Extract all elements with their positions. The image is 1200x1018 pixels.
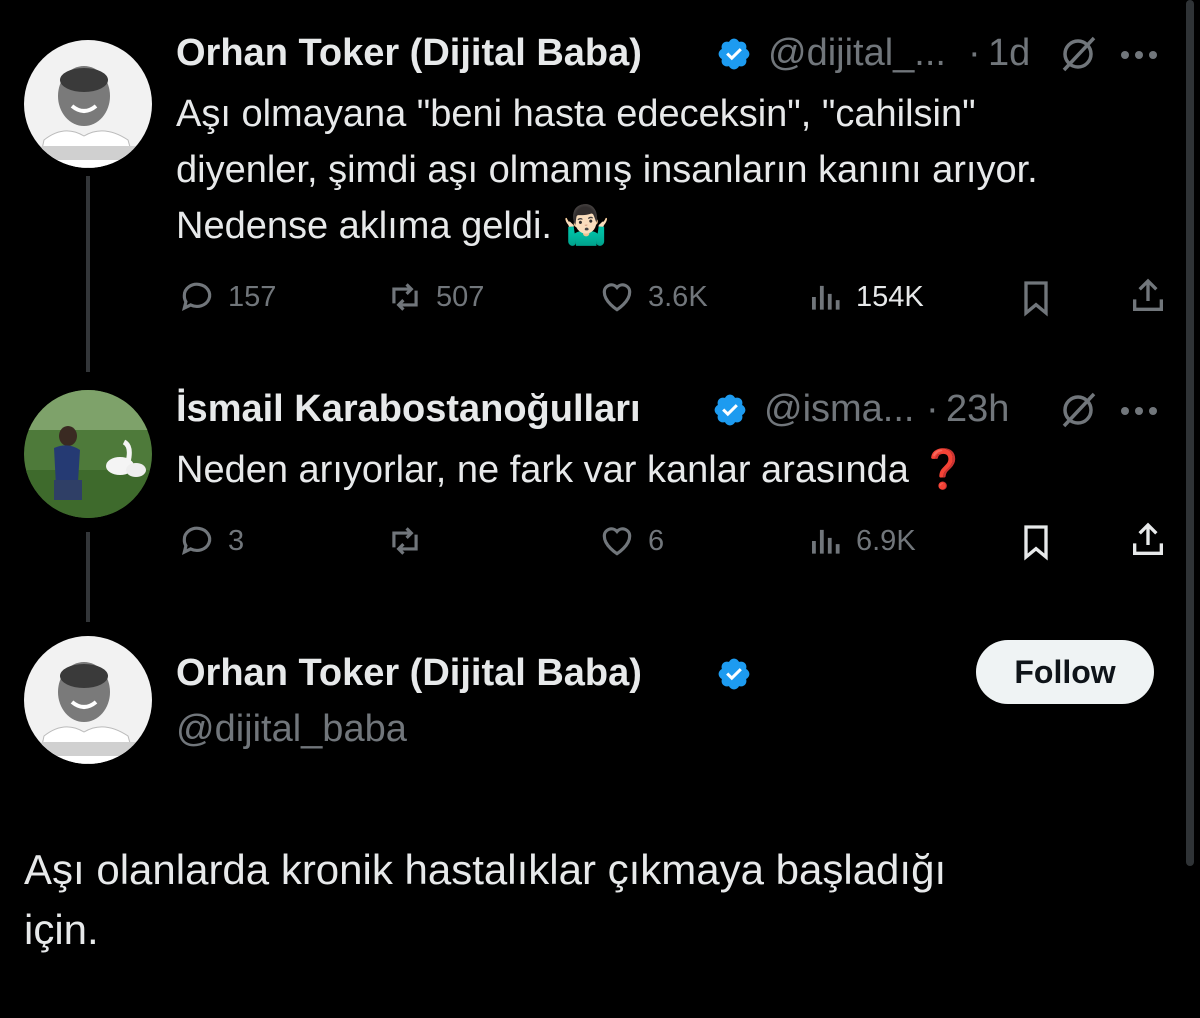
- author-handle[interactable]: @isma...: [764, 388, 914, 431]
- author-name[interactable]: Orhan Toker (Dijital Baba): [176, 652, 642, 695]
- tweet-text: Neden arıyorlar, ne fark var kanlar aras…: [176, 442, 1176, 498]
- author-handle[interactable]: @dijital_baba: [176, 708, 407, 751]
- repost-button[interactable]: [386, 522, 436, 560]
- avatar[interactable]: [24, 40, 152, 168]
- repost-count: 507: [436, 280, 485, 313]
- thread-line: [86, 176, 90, 372]
- main-tweet-text: Aşı olanlarda kronik hastalıklar çıkmaya…: [24, 840, 1164, 960]
- avatar[interactable]: [24, 390, 152, 518]
- reply-count: 157: [228, 280, 277, 313]
- tweet-text: Aşı olmayana "beni hasta edeceksin", "ca…: [176, 86, 1176, 254]
- author-handle[interactable]: @dijital_...: [768, 32, 946, 75]
- like-count: 6: [648, 524, 665, 557]
- reply-button[interactable]: 3: [178, 522, 244, 560]
- tweet-line: Neden arıyorlar, ne fark var kanlar aras…: [176, 449, 920, 491]
- timestamp[interactable]: 1d: [988, 32, 1030, 75]
- views-button[interactable]: 6.9K: [806, 522, 916, 560]
- views-button[interactable]: 154K: [806, 278, 924, 316]
- tweet-line: diyenler, şimdi aşı olmamış insanların k…: [176, 149, 1038, 191]
- avatar[interactable]: [24, 636, 152, 764]
- grok-icon[interactable]: [1058, 34, 1098, 74]
- tweet-line: Aşı olanlarda kronik hastalıklar çıkmaya…: [24, 846, 947, 893]
- like-button[interactable]: 3.6K: [598, 278, 708, 316]
- scrollbar[interactable]: [1186, 0, 1194, 866]
- bookmark-icon[interactable]: [1016, 522, 1056, 562]
- tweet-line: Aşı olmayana "beni hasta edeceksin", "ca…: [176, 93, 976, 135]
- reply-icon: [181, 282, 212, 312]
- timestamp[interactable]: 23h: [946, 388, 1009, 431]
- heart-icon: [602, 283, 632, 312]
- verified-badge-icon: [714, 394, 746, 426]
- repost-button[interactable]: 507: [386, 278, 484, 316]
- thread-line: [86, 532, 90, 622]
- like-count: 3.6K: [648, 280, 708, 313]
- views-count: 6.9K: [856, 524, 916, 557]
- tweet-line: için.: [24, 906, 99, 953]
- more-icon[interactable]: [1120, 406, 1158, 416]
- heart-icon: [602, 527, 632, 556]
- question-mark-emoji: ❓: [919, 449, 967, 491]
- verified-badge-icon: [718, 38, 750, 70]
- views-count: 154K: [856, 280, 924, 313]
- repost-icon: [392, 527, 418, 555]
- views-icon: [812, 285, 840, 310]
- like-button[interactable]: 6: [598, 522, 664, 560]
- follow-button[interactable]: Follow: [976, 640, 1154, 704]
- verified-badge-icon: [718, 658, 750, 690]
- author-name[interactable]: İsmail Karabostanoğulları: [176, 388, 641, 431]
- author-name[interactable]: Orhan Toker (Dijital Baba): [176, 32, 642, 75]
- grok-icon[interactable]: [1058, 390, 1098, 430]
- reply-button[interactable]: 157: [178, 278, 276, 316]
- more-icon[interactable]: [1120, 50, 1158, 60]
- share-icon[interactable]: [1128, 276, 1168, 316]
- share-icon[interactable]: [1128, 520, 1168, 560]
- repost-icon: [392, 283, 418, 311]
- reply-icon: [181, 526, 212, 556]
- views-icon: [812, 529, 840, 554]
- tweet-line: Nedense aklıma geldi. 🤷🏻‍♂️: [176, 205, 610, 247]
- meta-separator: ·: [926, 388, 939, 430]
- bookmark-icon[interactable]: [1016, 278, 1056, 318]
- meta-separator: ·: [968, 32, 981, 74]
- reply-count: 3: [228, 524, 245, 557]
